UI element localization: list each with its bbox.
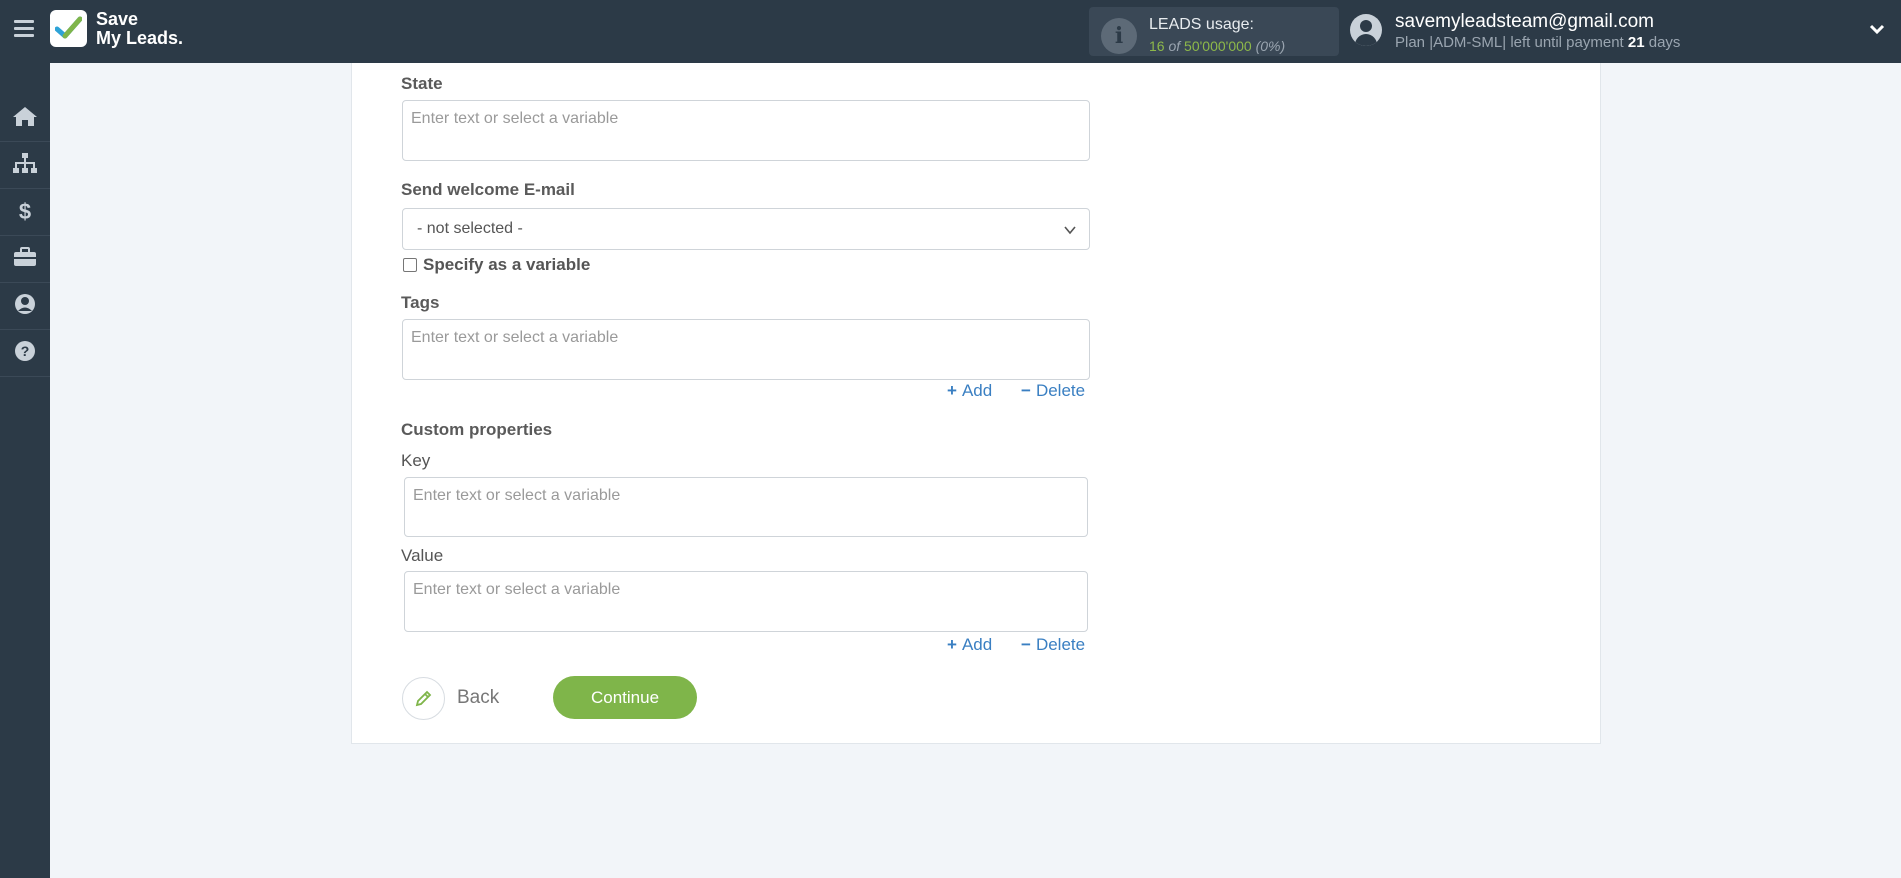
usage-percent: (0%) (1255, 38, 1286, 54)
logo-icon[interactable] (50, 10, 87, 47)
sidebar-item-help[interactable]: ? (0, 330, 50, 377)
custom-add-link[interactable]: + Add (947, 635, 992, 655)
help-icon: ? (14, 340, 36, 367)
continue-button[interactable]: Continue (553, 676, 697, 719)
sidebar-item-account[interactable] (0, 283, 50, 330)
tags-input[interactable] (411, 329, 1029, 347)
logo-line-1: Save (96, 9, 139, 29)
leads-usage-panel: i LEADS usage: 16 of 50'000'000 (0%) (1089, 7, 1339, 56)
dollar-icon: $ (18, 199, 32, 224)
chevron-down-icon[interactable] (1868, 20, 1886, 43)
key-input[interactable] (413, 487, 1027, 505)
chevron-down-icon (1063, 223, 1077, 242)
plan-days-suffix: days (1648, 34, 1681, 51)
usage-of: of (1168, 38, 1181, 54)
info-icon: i (1101, 18, 1137, 54)
user-email: savemyleadsteam@gmail.com (1395, 11, 1654, 32)
tags-add-label: Add (961, 381, 993, 400)
avatar-icon[interactable] (1350, 14, 1382, 46)
plus-icon: + (947, 635, 957, 654)
tags-field[interactable] (402, 319, 1090, 380)
usage-limit: 50'000'000 (1184, 38, 1252, 54)
sidebar-item-billing[interactable]: $ (0, 189, 50, 236)
welcome-email-select[interactable]: - not selected - (402, 208, 1090, 250)
state-field[interactable] (402, 100, 1090, 161)
minus-icon: − (1021, 381, 1031, 400)
state-input[interactable] (411, 110, 1029, 128)
menu-icon[interactable] (14, 20, 34, 40)
plus-icon: + (947, 381, 957, 400)
specify-variable-label[interactable]: Specify as a variable (423, 255, 590, 275)
sidebar-item-connections[interactable] (0, 142, 50, 189)
welcome-email-label: Send welcome E-mail (401, 180, 575, 199)
key-field[interactable] (404, 477, 1088, 537)
value-field[interactable] (404, 571, 1088, 632)
sitemap-icon (12, 152, 38, 179)
custom-delete-label: Delete (1035, 635, 1086, 654)
key-label: Key (401, 451, 431, 470)
value-label: Value (401, 546, 444, 565)
value-input[interactable] (413, 581, 1027, 599)
sidebar-item-home[interactable] (0, 95, 50, 142)
tags-delete-label: Delete (1035, 381, 1086, 400)
pencil-icon (402, 676, 445, 720)
user-plan: Plan |ADM-SML| left until payment 21 day… (1395, 34, 1680, 51)
custom-add-label: Add (961, 635, 993, 654)
plan-days: 21 (1627, 34, 1645, 51)
svg-text:?: ? (21, 343, 30, 359)
sidebar-item-tools[interactable] (0, 236, 50, 283)
custom-properties-label: Custom properties (401, 420, 553, 439)
specify-variable-row: Specify as a variable (403, 255, 590, 275)
back-button[interactable]: Back (402, 676, 499, 720)
welcome-email-value: - not selected - (417, 220, 523, 237)
user-circle-icon (14, 293, 36, 320)
briefcase-icon (13, 246, 37, 272)
state-label: State (401, 74, 443, 93)
top-bar: Save My Leads. i LEADS usage: 16 of 50'0… (0, 0, 1901, 63)
minus-icon: − (1021, 635, 1031, 654)
tags-delete-link[interactable]: − Delete (1021, 381, 1085, 401)
plan-prefix: Plan |ADM-SML| left until payment (1395, 34, 1624, 51)
tags-label: Tags (401, 293, 440, 312)
specify-variable-checkbox[interactable] (403, 258, 417, 272)
tags-add-link[interactable]: + Add (947, 381, 992, 401)
sidebar: $ ? (0, 63, 50, 878)
home-icon (12, 105, 38, 132)
usage-title: LEADS usage: (1149, 16, 1254, 33)
usage-used: 16 (1149, 38, 1165, 54)
back-label: Back (457, 687, 500, 708)
logo-text[interactable]: Save My Leads. (96, 10, 183, 48)
logo-line-2: My Leads. (96, 28, 184, 48)
usage-count: 16 of 50'000'000 (0%) (1149, 38, 1285, 54)
custom-delete-link[interactable]: − Delete (1021, 635, 1085, 655)
